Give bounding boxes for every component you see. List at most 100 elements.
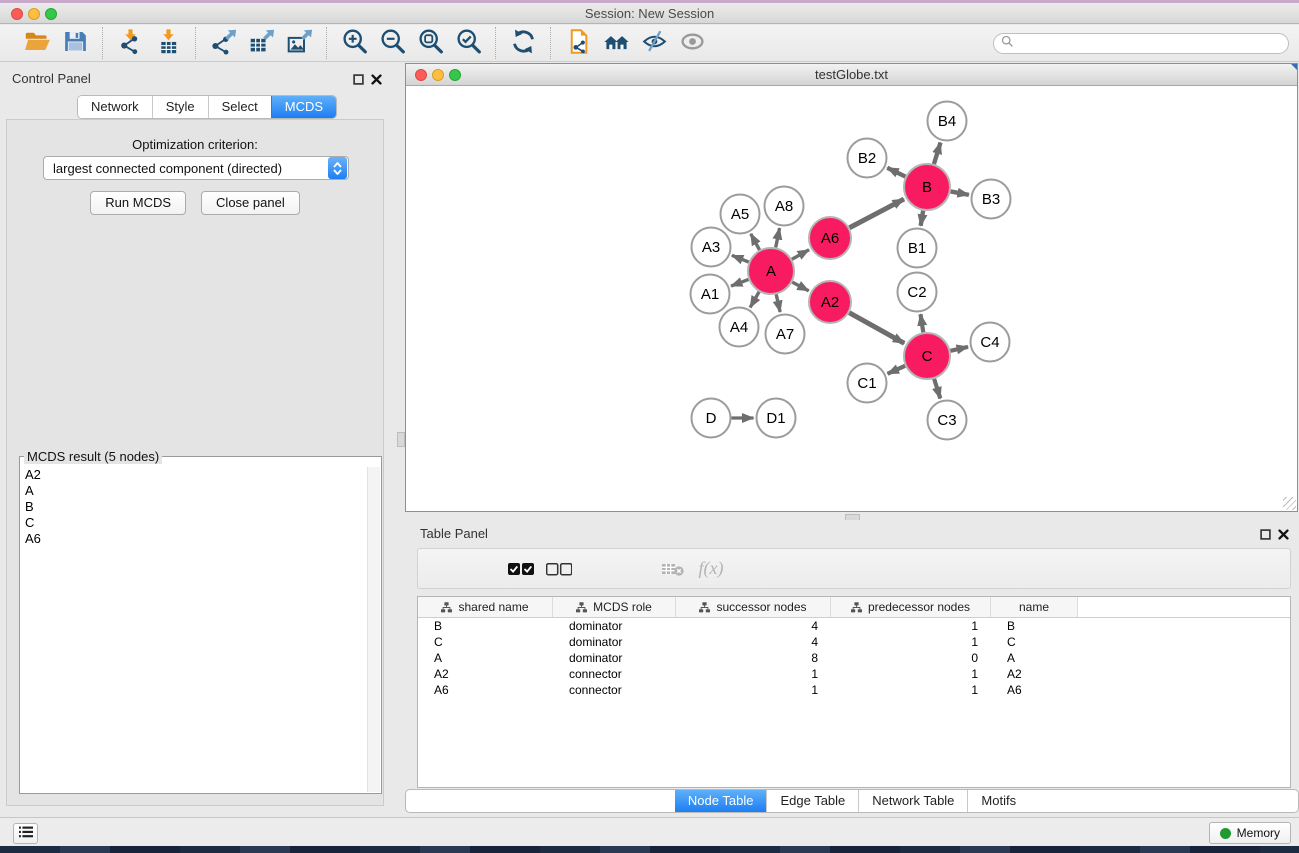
graph-node-A7[interactable]: A7 <box>766 315 805 354</box>
column-header-successor-nodes[interactable]: successor nodes <box>676 597 831 617</box>
delete-row-button[interactable] <box>616 552 654 586</box>
graph-edge-C-C4[interactable] <box>950 347 968 351</box>
table-cell[interactable]: 8 <box>676 650 831 666</box>
select-all-checks-button[interactable] <box>502 552 540 586</box>
mcds-result-item[interactable]: B <box>22 499 366 515</box>
hide-panel-button[interactable] <box>635 27 673 59</box>
tab-select[interactable]: Select <box>208 96 271 118</box>
graph-edge-A2-C[interactable] <box>849 313 904 344</box>
network-vertical-scroll-thumb[interactable] <box>397 432 405 447</box>
export-network-button[interactable] <box>204 27 242 59</box>
table-cell[interactable]: A <box>991 650 1078 666</box>
graph-node-C3[interactable]: C3 <box>928 401 967 440</box>
table-cell[interactable]: B <box>418 618 553 634</box>
mcds-result-list[interactable]: A2ABCA6 <box>22 467 366 791</box>
network-window-titlebar[interactable]: testGlobe.txt <box>406 64 1297 86</box>
table-cell[interactable]: 1 <box>676 666 831 682</box>
table-row[interactable]: A2connector11A2 <box>418 666 1290 682</box>
graph-edge-A-A3[interactable] <box>732 255 749 262</box>
settings-button[interactable] <box>426 552 464 586</box>
table-cell[interactable]: connector <box>553 666 676 682</box>
search-input[interactable] <box>1014 36 1288 52</box>
column-header-predecessor-nodes[interactable]: predecessor nodes <box>831 597 991 617</box>
resize-grip-icon[interactable] <box>1283 497 1296 510</box>
zoom-in-button[interactable] <box>335 27 373 59</box>
save-session-button[interactable] <box>56 27 94 59</box>
table-row[interactable]: Adominator80A <box>418 650 1290 666</box>
column-header-MCDS-role[interactable]: MCDS role <box>553 597 676 617</box>
mcds-result-scrollbar[interactable] <box>367 467 380 792</box>
mcds-result-item[interactable]: A2 <box>22 467 366 483</box>
graph-node-D[interactable]: D <box>692 399 731 438</box>
export-image-button[interactable] <box>280 27 318 59</box>
tab-style[interactable]: Style <box>152 96 208 118</box>
zoom-selected-button[interactable] <box>449 27 487 59</box>
graph-node-A6[interactable]: A6 <box>809 217 851 259</box>
tab-motifs[interactable]: Motifs <box>967 790 1029 812</box>
mcds-result-item[interactable]: C <box>22 515 366 531</box>
table-cell[interactable]: A2 <box>418 666 553 682</box>
table-cell[interactable]: C <box>991 634 1078 650</box>
import-network-button[interactable] <box>111 27 149 59</box>
float-table-panel-icon[interactable] <box>1260 527 1271 538</box>
graph-edge-B-B3[interactable] <box>951 191 969 194</box>
graph-node-A1[interactable]: A1 <box>691 275 730 314</box>
table-cell[interactable]: dominator <box>553 618 676 634</box>
graph-node-C2[interactable]: C2 <box>898 273 937 312</box>
table-cell[interactable]: C <box>418 634 553 650</box>
close-table-panel-icon[interactable] <box>1278 527 1289 538</box>
table-cell[interactable]: 1 <box>831 618 991 634</box>
close-panel-button[interactable]: Close panel <box>201 191 300 215</box>
search-box[interactable] <box>993 33 1289 54</box>
table-row[interactable]: A6connector11A6 <box>418 682 1290 698</box>
table-cell[interactable]: A6 <box>991 682 1078 698</box>
task-history-button[interactable] <box>13 823 38 844</box>
graph-edge-A6-B[interactable] <box>849 199 904 228</box>
table-cell[interactable]: 4 <box>676 634 831 650</box>
tab-network-table[interactable]: Network Table <box>858 790 967 812</box>
graph-edge-A-A8[interactable] <box>776 228 780 247</box>
graph-node-A[interactable]: A <box>748 248 794 294</box>
graph-node-C[interactable]: C <box>904 333 950 379</box>
table-cell[interactable]: dominator <box>553 650 676 666</box>
table-cell[interactable]: A2 <box>991 666 1078 682</box>
graph-edge-C-C1[interactable] <box>888 366 906 374</box>
tab-edge-table[interactable]: Edge Table <box>766 790 858 812</box>
graph-node-A4[interactable]: A4 <box>720 308 759 347</box>
table-cell[interactable]: A6 <box>418 682 553 698</box>
network-file-button[interactable] <box>559 27 597 59</box>
table-cell[interactable]: 1 <box>676 682 831 698</box>
graph-edge-A-A2[interactable] <box>792 282 809 291</box>
clear-checks-button[interactable] <box>540 552 578 586</box>
eye-button[interactable] <box>673 27 711 59</box>
tab-node-table[interactable]: Node Table <box>675 790 767 812</box>
graph-node-A2[interactable]: A2 <box>809 281 851 323</box>
open-session-button[interactable] <box>18 27 56 59</box>
graph-node-B4[interactable]: B4 <box>928 102 967 141</box>
graph-edge-A-A1[interactable] <box>731 279 748 286</box>
graph-node-B3[interactable]: B3 <box>972 180 1011 219</box>
network-canvas[interactable]: B4B2BB3A5A8A6A3B1AC2A1A2A4A7C4CC1DD1C3 <box>406 87 1297 511</box>
import-table-button[interactable] <box>149 27 187 59</box>
float-panel-icon[interactable] <box>353 72 364 83</box>
tab-network[interactable]: Network <box>78 96 152 118</box>
table-cell[interactable]: 1 <box>831 682 991 698</box>
table-cell[interactable]: dominator <box>553 634 676 650</box>
add-row-button[interactable] <box>578 552 616 586</box>
table-cell[interactable]: 1 <box>831 666 991 682</box>
graph-node-B2[interactable]: B2 <box>848 139 887 178</box>
refresh-button[interactable] <box>504 27 542 59</box>
table-cell[interactable]: A <box>418 650 553 666</box>
column-header-shared-name[interactable]: shared name <box>418 597 553 617</box>
criterion-select[interactable]: largest connected component (directed) <box>43 156 349 180</box>
tab-mcds[interactable]: MCDS <box>271 96 336 118</box>
table-cell[interactable]: B <box>991 618 1078 634</box>
close-panel-icon[interactable] <box>371 72 382 83</box>
graph-node-A3[interactable]: A3 <box>692 228 731 267</box>
columns-button[interactable] <box>464 552 502 586</box>
graph-edge-B-B1[interactable] <box>921 211 923 226</box>
run-mcds-button[interactable]: Run MCDS <box>90 191 186 215</box>
graph-node-C4[interactable]: C4 <box>971 323 1010 362</box>
graph-node-A8[interactable]: A8 <box>765 187 804 226</box>
table-cell[interactable]: 4 <box>676 618 831 634</box>
